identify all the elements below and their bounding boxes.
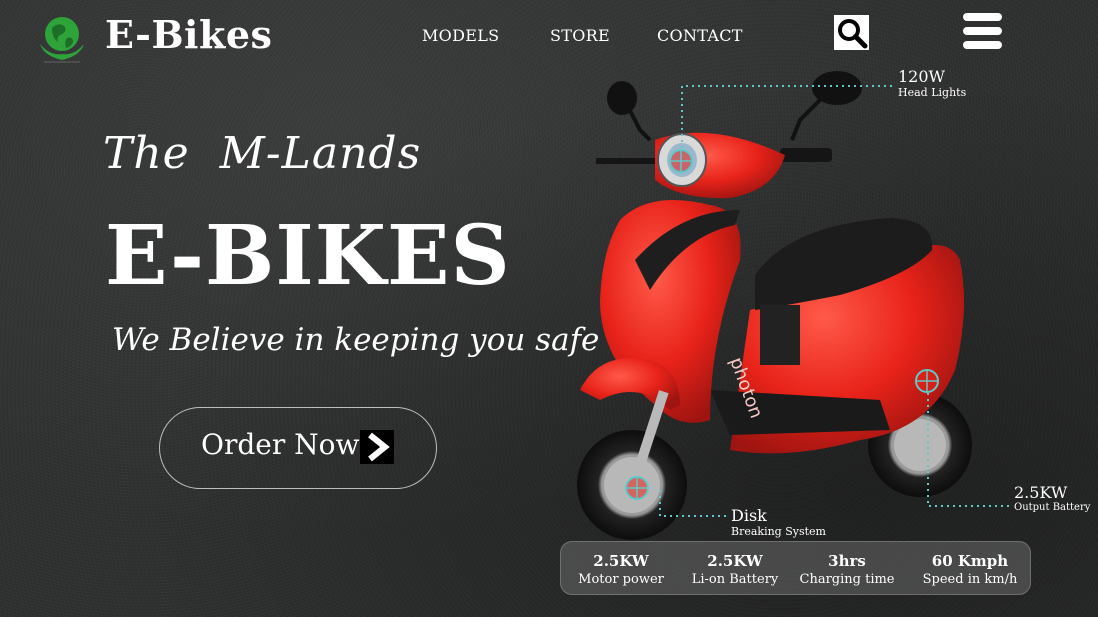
spec-motor-power: 2.5KW Motor power bbox=[571, 552, 671, 587]
callout-battery: 2.5KW Output Battery bbox=[1014, 483, 1090, 513]
spec-value: 2.5KW bbox=[707, 552, 763, 570]
battery-value: 2.5KW bbox=[1014, 483, 1068, 502]
brakes-value: Disk bbox=[731, 506, 767, 525]
spec-value: 3hrs bbox=[828, 552, 866, 570]
spec-bar: 2.5KW Motor power 2.5KW Li-on Battery 3h… bbox=[560, 541, 1031, 595]
spec-label: Li-on Battery bbox=[691, 572, 779, 587]
spec-battery: 2.5KW Li-on Battery bbox=[683, 552, 787, 587]
brakes-label: Breaking System bbox=[731, 525, 826, 538]
spec-value: 60 Kmph bbox=[931, 552, 1009, 570]
spec-label: Motor power bbox=[578, 572, 664, 587]
spec-label: Charging time bbox=[799, 572, 895, 587]
headlights-value: 120W bbox=[898, 67, 945, 86]
callout-brakes: Disk Breaking System bbox=[731, 506, 826, 538]
battery-label: Output Battery bbox=[1014, 502, 1091, 513]
callout-headlights: 120W Head Lights bbox=[898, 67, 966, 99]
spec-charging-time: 3hrs Charging time bbox=[797, 552, 897, 587]
spec-label: Speed in km/h bbox=[922, 572, 1018, 587]
spec-value: 2.5KW bbox=[593, 552, 649, 570]
headlights-label: Head Lights bbox=[898, 86, 967, 99]
hotspot-headlight-icon bbox=[669, 149, 693, 173]
spec-speed: 60 Kmph Speed in km/h bbox=[915, 552, 1025, 587]
hotspot-battery-icon bbox=[915, 369, 939, 393]
hotspot-brake-icon bbox=[625, 476, 649, 500]
